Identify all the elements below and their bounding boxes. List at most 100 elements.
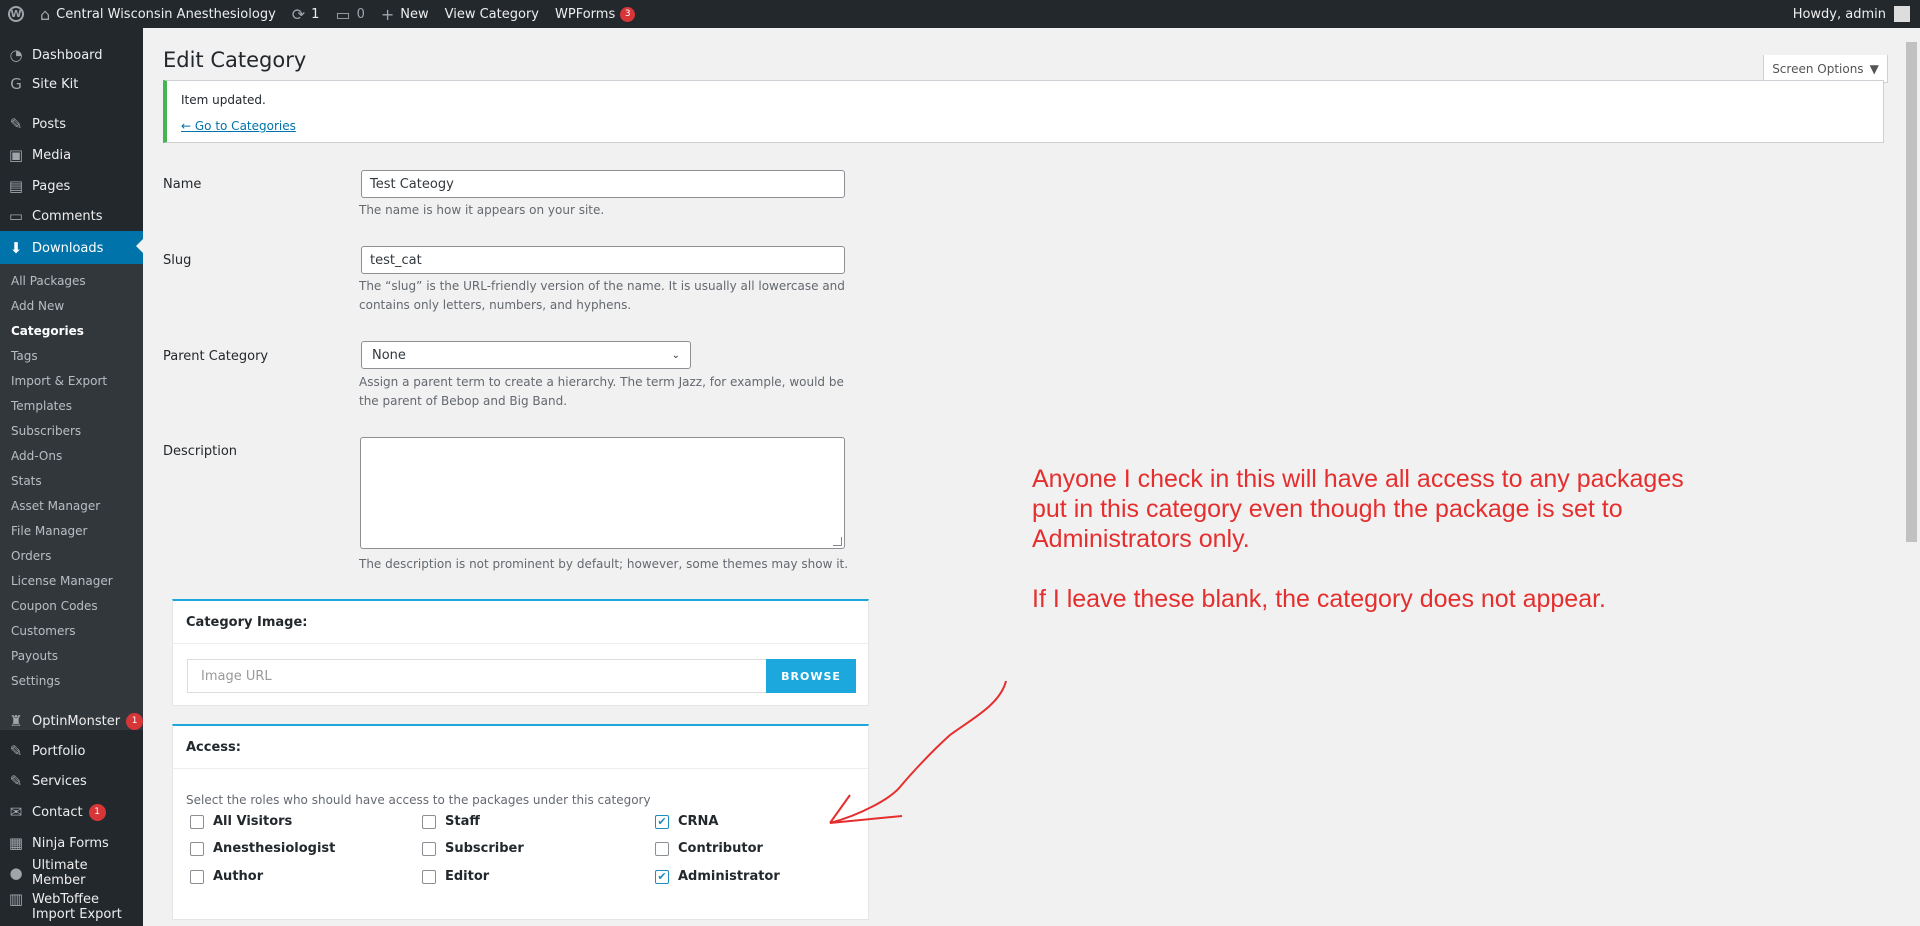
- checkbox[interactable]: [190, 814, 204, 829]
- submenu-templates[interactable]: Templates: [11, 399, 72, 413]
- menu-portfolio[interactable]: ✎ Portfolio: [0, 736, 143, 766]
- downloads-submenu: All Packages Add New Categories Tags Imp…: [0, 264, 143, 730]
- wordpress-icon: W: [8, 6, 24, 22]
- comment-icon: ▭: [8, 207, 24, 225]
- new-content-button[interactable]: + New: [373, 0, 437, 28]
- site-name-link[interactable]: ⌂ Central Wisconsin Anesthesiology: [32, 0, 284, 28]
- checkbox[interactable]: [190, 841, 204, 856]
- submenu-license-manager[interactable]: License Manager: [11, 574, 113, 588]
- menu-webtoffee-import-export[interactable]: ▥ WebToffee Import Export: [0, 892, 143, 923]
- submenu-file-manager[interactable]: File Manager: [11, 524, 88, 538]
- annotation-line-2: put in this category even though the pac…: [1032, 495, 1623, 523]
- menu-posts[interactable]: ✎ Posts: [0, 109, 143, 139]
- access-heading: Access:: [173, 726, 868, 769]
- submenu-customers[interactable]: Customers: [11, 624, 76, 638]
- submenu-all-packages[interactable]: All Packages: [11, 274, 86, 288]
- comment-icon: ▭: [335, 4, 351, 24]
- arrow-head-upper: [829, 794, 851, 824]
- wpforms-count-badge: 3: [620, 6, 636, 22]
- role-crna[interactable]: ✔ CRNA: [655, 814, 719, 829]
- submenu-import-export[interactable]: Import & Export: [11, 374, 107, 388]
- submenu-add-ons[interactable]: Add-Ons: [11, 449, 62, 463]
- checkmark-icon: ✔: [657, 815, 667, 828]
- download-icon: ⬇: [9, 239, 23, 257]
- submenu-add-new[interactable]: Add New: [11, 299, 64, 313]
- avatar: [1894, 6, 1910, 22]
- menu-contact[interactable]: ✉ Contact 1: [0, 797, 143, 827]
- scrollbar-thumb[interactable]: [1906, 42, 1917, 542]
- slug-input[interactable]: test_cat: [361, 246, 845, 274]
- menu-media[interactable]: ▣ Media: [0, 140, 143, 170]
- menu-site-kit[interactable]: G Site Kit: [0, 69, 143, 99]
- updates-icon: ⟳: [291, 4, 306, 24]
- submenu-categories[interactable]: Categories: [11, 324, 84, 338]
- menu-pages[interactable]: ▤ Pages: [0, 171, 143, 201]
- menu-dashboard[interactable]: ◔ Dashboard: [0, 40, 143, 70]
- checkbox[interactable]: [190, 869, 204, 884]
- image-url-row: Image URL BROWSE: [187, 659, 856, 693]
- comments-link[interactable]: ▭ 0: [327, 0, 372, 28]
- notice-message: Item updated.: [181, 93, 266, 107]
- view-category-link[interactable]: View Category: [437, 0, 547, 28]
- google-icon: G: [10, 75, 22, 93]
- role-editor[interactable]: Editor: [422, 869, 489, 884]
- submenu-coupon-codes[interactable]: Coupon Codes: [11, 599, 98, 613]
- name-input[interactable]: Test Cateogy: [361, 170, 845, 198]
- image-url-input[interactable]: Image URL: [187, 659, 766, 693]
- page-scrollbar[interactable]: [1903, 28, 1920, 926]
- submenu-payouts[interactable]: Payouts: [11, 649, 58, 663]
- checkbox[interactable]: [422, 869, 436, 884]
- parent-category-description: Assign a parent term to create a hierarc…: [359, 375, 844, 408]
- parent-category-label: Parent Category: [163, 349, 269, 364]
- menu-ultimate-member[interactable]: ● Ultimate Member: [0, 858, 143, 888]
- submenu-subscribers[interactable]: Subscribers: [11, 424, 81, 438]
- menu-downloads[interactable]: ⬇ Downloads: [0, 231, 143, 265]
- checkbox[interactable]: [422, 814, 436, 829]
- checkbox[interactable]: [655, 841, 669, 856]
- success-notice: Item updated. ← Go to Categories: [163, 80, 1884, 143]
- screen-options-button[interactable]: Screen Options ▼: [1763, 55, 1888, 83]
- access-description: Select the roles who should have access …: [186, 793, 651, 807]
- submenu-asset-manager[interactable]: Asset Manager: [11, 499, 100, 513]
- menu-ninja-forms[interactable]: ▦ Ninja Forms: [0, 828, 143, 858]
- role-subscriber[interactable]: Subscriber: [422, 841, 524, 856]
- caret-down-icon: ▼: [1869, 61, 1879, 76]
- description-textarea[interactable]: [360, 437, 845, 549]
- role-staff[interactable]: Staff: [422, 814, 480, 829]
- wpforms-link[interactable]: WPForms 3: [547, 0, 643, 28]
- submenu-tags[interactable]: Tags: [11, 349, 38, 363]
- slug-label: Slug: [163, 253, 192, 268]
- wordpress-logo-button[interactable]: W: [0, 0, 32, 28]
- optinmonster-icon: ♜: [9, 712, 23, 730]
- role-all-visitors[interactable]: All Visitors: [190, 814, 292, 829]
- plus-icon: +: [380, 4, 395, 24]
- menu-comments[interactable]: ▭ Comments: [0, 201, 143, 231]
- category-image-panel: Category Image: Image URL BROWSE: [172, 599, 869, 706]
- pin-icon: ✎: [9, 115, 23, 133]
- annotation-arrow: [829, 680, 1007, 824]
- menu-optinmonster[interactable]: ♜ OptinMonster 1: [0, 706, 143, 736]
- checkbox[interactable]: [422, 841, 436, 856]
- submenu-orders[interactable]: Orders: [11, 549, 51, 563]
- go-to-categories-link[interactable]: ← Go to Categories: [181, 119, 296, 133]
- page-title: Edit Category: [163, 48, 307, 72]
- name-description: The name is how it appears on your site.: [359, 203, 605, 217]
- role-contributor[interactable]: Contributor: [655, 841, 763, 856]
- role-anesthesiologist[interactable]: Anesthesiologist: [190, 841, 335, 856]
- submenu-stats[interactable]: Stats: [11, 474, 42, 488]
- menu-services[interactable]: ✎ Services: [0, 766, 143, 796]
- description-label: Description: [163, 444, 238, 459]
- checkbox-checked[interactable]: ✔: [655, 869, 669, 884]
- access-panel: Access: Select the roles who should have…: [172, 724, 869, 920]
- home-icon: ⌂: [40, 4, 51, 24]
- parent-category-select[interactable]: None ⌄: [361, 341, 691, 369]
- slug-description: The “slug” is the URL-friendly version o…: [359, 279, 845, 312]
- submenu-settings[interactable]: Settings: [11, 674, 60, 688]
- role-author[interactable]: Author: [190, 869, 263, 884]
- checkbox-checked[interactable]: ✔: [655, 814, 669, 829]
- updates-link[interactable]: ⟳ 1: [284, 0, 328, 28]
- my-account-link[interactable]: Howdy, admin: [1785, 0, 1920, 28]
- role-administrator[interactable]: ✔ Administrator: [655, 869, 780, 884]
- user-icon: ●: [9, 864, 23, 882]
- checkmark-icon: ✔: [657, 870, 667, 883]
